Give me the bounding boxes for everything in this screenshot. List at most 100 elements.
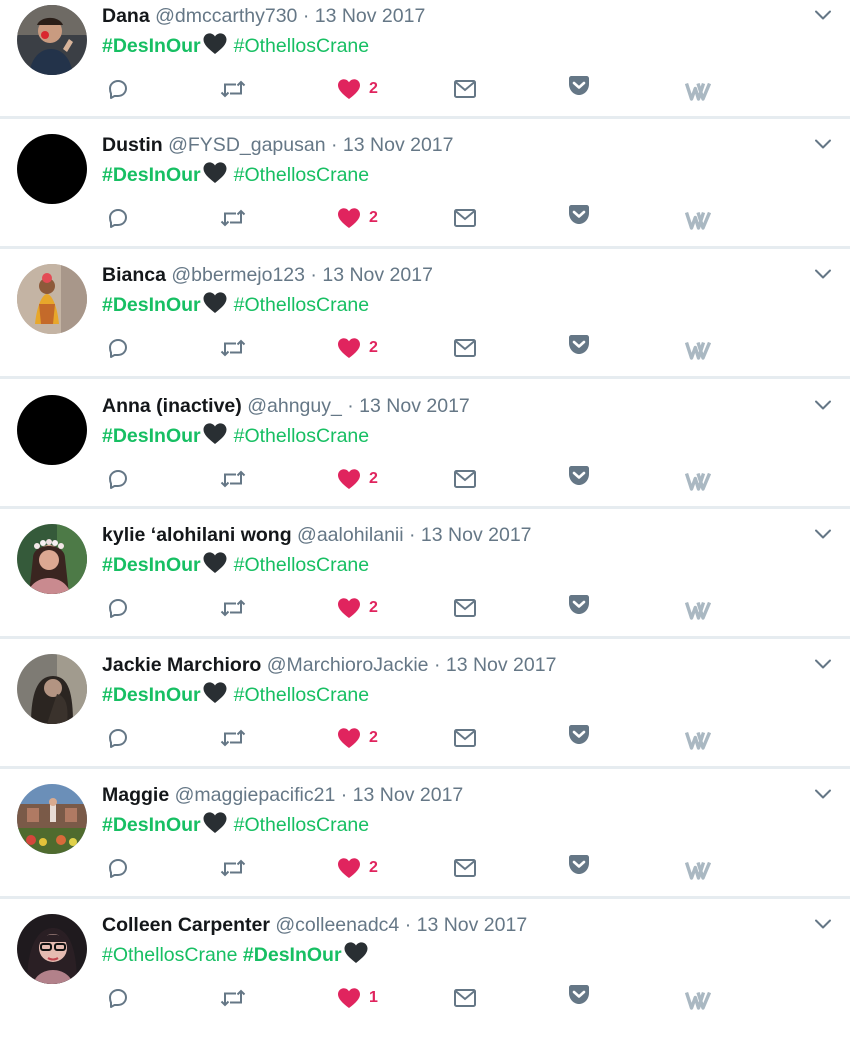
reply-icon[interactable] (106, 332, 130, 364)
tweet-timestamp[interactable]: 13 Nov 2017 (446, 654, 557, 676)
tweet[interactable]: Dana @dmccarthy730 · 13 Nov 2017 #DesInOu… (0, 0, 850, 128)
retweet-icon[interactable] (219, 592, 247, 624)
w-logo-icon[interactable] (685, 75, 711, 107)
w-logo-icon[interactable] (685, 465, 711, 497)
hashtag-link[interactable]: #DesInOur (243, 944, 342, 966)
username-handle[interactable]: @maggiepacific21 (175, 784, 336, 806)
reply-icon[interactable] (106, 73, 130, 105)
username-handle[interactable]: @bbermejo123 (171, 264, 305, 286)
reply-icon[interactable] (106, 982, 130, 1014)
tweet[interactable]: Anna (inactive) @ahnguy_ · 13 Nov 2017 #D… (0, 390, 850, 518)
envelope-icon[interactable] (453, 592, 477, 624)
tweet[interactable]: Jackie Marchioro @MarchioroJackie · 13 N… (0, 649, 850, 777)
avatar[interactable] (17, 395, 87, 465)
hashtag-link[interactable]: #OthellosCrane (234, 35, 370, 57)
heart-icon[interactable] (337, 207, 361, 229)
tweet-timestamp[interactable]: 13 Nov 2017 (359, 395, 470, 417)
display-name[interactable]: Maggie (102, 784, 169, 806)
chevron-down-icon[interactable] (812, 523, 834, 545)
hashtag-link[interactable]: #DesInOur (102, 35, 201, 57)
pocket-icon[interactable] (567, 589, 591, 621)
username-handle[interactable]: @FYSD_gapusan (168, 134, 325, 156)
envelope-icon[interactable] (453, 463, 477, 495)
tweet[interactable]: Dustin @FYSD_gapusan · 13 Nov 2017 #DesIn… (0, 129, 850, 257)
hashtag-link[interactable]: #OthellosCrane (234, 684, 370, 706)
hashtag-link[interactable]: #OthellosCrane (234, 164, 370, 186)
retweet-icon[interactable] (219, 982, 247, 1014)
retweet-icon[interactable] (219, 722, 247, 754)
reply-icon[interactable] (106, 722, 130, 754)
chevron-down-icon[interactable] (812, 653, 834, 675)
envelope-icon[interactable] (453, 332, 477, 364)
w-logo-icon[interactable] (685, 984, 711, 1016)
avatar[interactable] (17, 654, 87, 724)
heart-icon[interactable] (337, 78, 361, 100)
pocket-icon[interactable] (567, 719, 591, 751)
reply-icon[interactable] (106, 463, 130, 495)
tweet-timestamp[interactable]: 13 Nov 2017 (417, 914, 528, 936)
hashtag-link[interactable]: #DesInOur (102, 814, 201, 836)
tweet-timestamp[interactable]: 13 Nov 2017 (315, 5, 426, 27)
display-name[interactable]: Anna (inactive) (102, 395, 242, 417)
envelope-icon[interactable] (453, 982, 477, 1014)
reply-icon[interactable] (106, 592, 130, 624)
hashtag-link[interactable]: #DesInOur (102, 294, 201, 316)
tweet[interactable]: kylie ‘alohilani wong @aalohilanii · 13 … (0, 519, 850, 647)
w-logo-icon[interactable] (685, 724, 711, 756)
hashtag-link[interactable]: #DesInOur (102, 164, 201, 186)
hashtag-link[interactable]: #DesInOur (102, 684, 201, 706)
chevron-down-icon[interactable] (812, 913, 834, 935)
hashtag-link[interactable]: #OthellosCrane (234, 554, 370, 576)
hashtag-link[interactable]: #OthellosCrane (234, 425, 370, 447)
retweet-icon[interactable] (219, 332, 247, 364)
like-button[interactable]: 2 (337, 852, 378, 884)
heart-icon[interactable] (337, 597, 361, 619)
heart-icon[interactable] (337, 987, 361, 1009)
tweet-timestamp[interactable]: 13 Nov 2017 (421, 524, 532, 546)
username-handle[interactable]: @aalohilanii (297, 524, 404, 546)
display-name[interactable]: Dana (102, 5, 150, 27)
avatar[interactable] (17, 524, 87, 594)
retweet-icon[interactable] (219, 202, 247, 234)
reply-icon[interactable] (106, 202, 130, 234)
heart-icon[interactable] (337, 468, 361, 490)
like-button[interactable]: 2 (337, 73, 378, 105)
avatar[interactable] (17, 784, 87, 854)
avatar[interactable] (17, 134, 87, 204)
hashtag-link[interactable]: #OthellosCrane (102, 944, 238, 966)
like-button[interactable]: 1 (337, 982, 378, 1014)
username-handle[interactable]: @MarchioroJackie (267, 654, 429, 676)
envelope-icon[interactable] (453, 202, 477, 234)
envelope-icon[interactable] (453, 852, 477, 884)
chevron-down-icon[interactable] (812, 133, 834, 155)
like-button[interactable]: 2 (337, 463, 378, 495)
hashtag-link[interactable]: #OthellosCrane (234, 294, 370, 316)
heart-icon[interactable] (337, 337, 361, 359)
chevron-down-icon[interactable] (812, 783, 834, 805)
like-button[interactable]: 2 (337, 722, 378, 754)
hashtag-link[interactable]: #OthellosCrane (234, 814, 370, 836)
chevron-down-icon[interactable] (812, 4, 834, 26)
hashtag-link[interactable]: #DesInOur (102, 554, 201, 576)
w-logo-icon[interactable] (685, 854, 711, 886)
heart-icon[interactable] (337, 727, 361, 749)
envelope-icon[interactable] (453, 722, 477, 754)
reply-icon[interactable] (106, 852, 130, 884)
like-button[interactable]: 2 (337, 592, 378, 624)
heart-icon[interactable] (337, 857, 361, 879)
pocket-icon[interactable] (567, 70, 591, 102)
pocket-icon[interactable] (567, 979, 591, 1011)
w-logo-icon[interactable] (685, 334, 711, 366)
tweet[interactable]: Colleen Carpenter @colleenadc4 · 13 Nov … (0, 909, 850, 1037)
tweet[interactable]: Bianca @bbermejo123 · 13 Nov 2017 #DesInO… (0, 259, 850, 387)
pocket-icon[interactable] (567, 199, 591, 231)
w-logo-icon[interactable] (685, 204, 711, 236)
envelope-icon[interactable] (453, 73, 477, 105)
display-name[interactable]: Bianca (102, 264, 166, 286)
tweet[interactable]: Maggie @maggiepacific21 · 13 Nov 2017 #De… (0, 779, 850, 907)
username-handle[interactable]: @dmccarthy730 (155, 5, 297, 27)
retweet-icon[interactable] (219, 852, 247, 884)
display-name[interactable]: Colleen Carpenter (102, 914, 270, 936)
display-name[interactable]: kylie ‘alohilani wong (102, 524, 292, 546)
w-logo-icon[interactable] (685, 594, 711, 626)
